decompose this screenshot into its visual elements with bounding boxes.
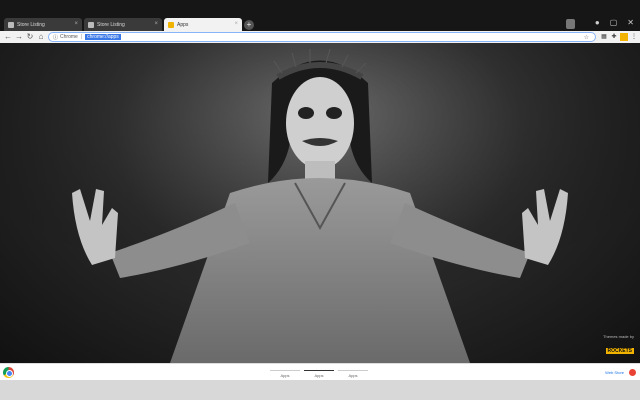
close-icon[interactable]: × bbox=[234, 21, 238, 27]
tab-label: Apps bbox=[177, 21, 189, 28]
tab-apps[interactable]: Apps × bbox=[164, 18, 242, 31]
kebab-menu-icon[interactable]: ⋮ bbox=[630, 33, 638, 41]
bookmark-star-icon[interactable]: ☆ bbox=[584, 34, 589, 41]
tab-label: Store Listing bbox=[97, 21, 125, 28]
apps-page-label: Apps bbox=[280, 373, 290, 378]
window-controls: ● ▢ ✕ bbox=[595, 18, 634, 28]
profile-icon[interactable] bbox=[566, 19, 575, 29]
credit-text: Themes made by bbox=[603, 334, 634, 339]
apps-page-tab-1[interactable]: Apps bbox=[270, 370, 300, 378]
puzzle-icon[interactable]: ✚ bbox=[610, 33, 618, 41]
tab-strip: Store Listing × Store Listing × Apps × +… bbox=[0, 0, 640, 32]
close-icon[interactable]: × bbox=[74, 21, 78, 27]
maximize-icon[interactable]: ▢ bbox=[610, 18, 618, 28]
info-icon[interactable]: ⓘ bbox=[53, 34, 58, 41]
plus-icon[interactable]: + bbox=[244, 20, 254, 30]
address-bar[interactable]: ⓘ Chrome | chrome://apps ☆ bbox=[48, 32, 596, 42]
tab-store-listing-2[interactable]: Store Listing × bbox=[84, 18, 162, 31]
web-store-link[interactable]: Web Store bbox=[605, 370, 624, 375]
apps-page-label: Apps bbox=[314, 373, 324, 378]
close-icon[interactable]: × bbox=[154, 21, 158, 27]
tab-store-listing-1[interactable]: Store Listing × bbox=[4, 18, 82, 31]
forward-button[interactable]: → bbox=[14, 31, 24, 43]
close-window-icon[interactable]: ✕ bbox=[627, 18, 634, 28]
apps-page-label: Apps bbox=[348, 373, 358, 378]
url-text[interactable]: chrome://apps bbox=[85, 34, 121, 40]
web-store-icon[interactable] bbox=[629, 369, 636, 376]
omnibox-separator: | bbox=[80, 34, 83, 40]
minimize-icon[interactable]: ● bbox=[595, 18, 600, 28]
chrome-logo-icon[interactable] bbox=[3, 367, 14, 378]
favicon-icon bbox=[168, 21, 174, 28]
reload-button[interactable]: ↻ bbox=[25, 31, 35, 43]
brand-logo[interactable]: ROCKETS bbox=[605, 348, 634, 354]
page-footer bbox=[0, 380, 640, 400]
tab-label: Store Listing bbox=[17, 21, 45, 28]
favicon-icon bbox=[8, 21, 14, 28]
apps-page-tab-2[interactable]: Apps bbox=[304, 370, 334, 378]
toolbar: ← → ↻ ⌂ ⓘ Chrome | chrome://apps ☆ ▦ ✚ ⋮ bbox=[0, 31, 640, 43]
theme-background: Themes made by ROCKETS bbox=[0, 43, 640, 363]
site-chip: Chrome bbox=[60, 34, 78, 40]
apps-page-tab-3[interactable]: Apps bbox=[338, 370, 368, 378]
home-button[interactable]: ⌂ bbox=[36, 31, 46, 43]
back-button[interactable]: ← bbox=[3, 31, 13, 43]
theme-figure-illustration bbox=[0, 43, 640, 363]
extension-icon[interactable]: ▦ bbox=[600, 33, 608, 41]
theme-extension-icon[interactable] bbox=[620, 33, 628, 41]
apps-bottom-bar: Apps Apps Apps Web Store bbox=[0, 363, 640, 380]
theme-credit: Themes made by ROCKETS bbox=[603, 334, 634, 357]
favicon-icon bbox=[88, 21, 94, 28]
